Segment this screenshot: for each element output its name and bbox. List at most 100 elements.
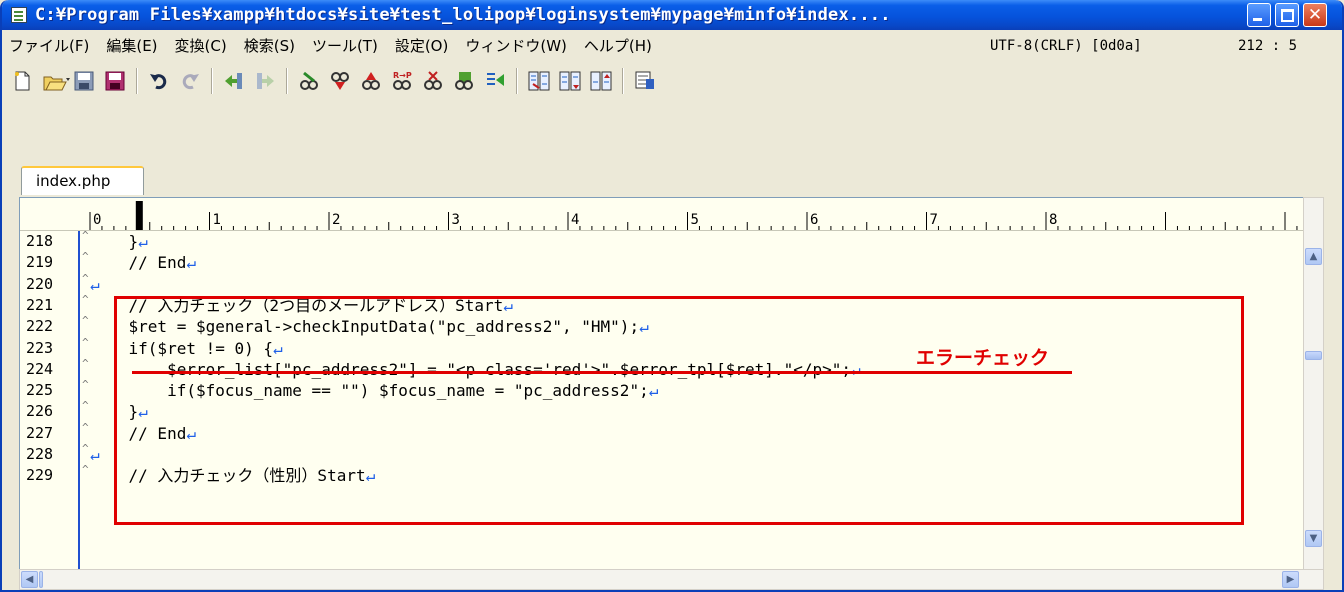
line-number: 225 [26, 381, 54, 400]
search-prev-icon[interactable] [360, 70, 382, 92]
cursor-position: 212 : 5 [1238, 38, 1298, 54]
tab-marker: ^ [82, 356, 89, 370]
menu-settings[interactable]: 設定(O) [395, 35, 449, 56]
toolbar-separator [286, 68, 288, 94]
line-number: 227 [26, 423, 54, 442]
scroll-thumb[interactable] [1305, 351, 1322, 360]
line-number: 220 [26, 274, 54, 293]
line-break-icon: ↵ [90, 445, 100, 464]
tab-marker: ^ [82, 399, 89, 413]
new-file-icon[interactable] [11, 70, 33, 92]
line-number: 218 [26, 232, 54, 250]
outline-icon[interactable] [484, 70, 506, 92]
underline-annotation [132, 371, 1072, 374]
ruler-mark: 0 [93, 212, 101, 228]
tab-marker: ^ [82, 250, 89, 264]
ruler-mark: 8 [1049, 212, 1057, 228]
editor-window: C:¥Program Files¥xampp¥htdocs¥site¥test_… [0, 0, 1344, 592]
menu-help[interactable]: ヘルプ(H) [584, 35, 652, 56]
tab-marker: ^ [82, 420, 89, 434]
grep-icon[interactable] [453, 70, 475, 92]
window-list-icon[interactable] [634, 70, 656, 92]
save-all-icon[interactable] [104, 70, 126, 92]
menu-convert[interactable]: 変換(C) [175, 35, 227, 56]
code-line[interactable]: // End↵ [90, 253, 196, 273]
tab-marker: ^ [82, 314, 89, 328]
code-line[interactable]: ↵ [90, 275, 100, 295]
toolbar-separator [516, 68, 518, 94]
compare-icon[interactable] [528, 70, 550, 92]
menu-edit[interactable]: 編集(E) [106, 35, 157, 56]
ruler-mark: 5 [691, 212, 699, 228]
title-bar[interactable]: C:¥Program Files¥xampp¥htdocs¥site¥test_… [2, 0, 1342, 30]
close-icon: ✕ [1307, 4, 1323, 25]
line-number-gutter: 218 219 220 221 222 223 224 225 226 227 228 229 [20, 231, 74, 570]
jump-forward-icon[interactable] [254, 70, 276, 92]
undo-icon[interactable] [148, 70, 170, 92]
line-number: 223 [26, 338, 54, 357]
menu-tools[interactable]: ツール(T) [312, 35, 378, 56]
ruler-mark: 7 [930, 212, 938, 228]
ruler-mark: 3 [452, 212, 460, 228]
column-ruler: 0 1 2 3 4 5 6 7 8 [20, 198, 1320, 231]
save-icon[interactable] [73, 70, 95, 92]
line-break-icon: ↵ [186, 253, 196, 273]
hscroll-thumb[interactable] [39, 571, 43, 588]
open-file-icon[interactable] [42, 70, 70, 92]
scroll-left-button[interactable]: ◀ [21, 571, 38, 588]
tab-index-php[interactable]: index.php [21, 166, 144, 195]
replace-icon[interactable]: R→P [391, 70, 413, 92]
line-number: 221 [26, 295, 54, 314]
maximize-button[interactable] [1275, 3, 1299, 27]
tab-marker: ^ [82, 378, 89, 392]
line-number: 229 [26, 466, 54, 485]
compare-next-icon[interactable] [559, 70, 581, 92]
scroll-up-button[interactable]: ▲ [1305, 248, 1322, 265]
document-icon[interactable] [11, 7, 27, 23]
code-text: } [90, 232, 139, 251]
toolbar: R→P [2, 62, 1342, 100]
line-number: 226 [26, 402, 54, 421]
ruler-cursor [135, 201, 143, 230]
search-icon[interactable] [298, 70, 320, 92]
line-number: 228 [26, 445, 54, 463]
window-title: C:¥Program Files¥xampp¥htdocs¥site¥test_… [35, 5, 891, 25]
gutter-divider [78, 231, 80, 570]
encoding-status: UTF-8(CRLF) [0d0a] [990, 38, 1142, 54]
search-next-icon[interactable] [329, 70, 351, 92]
minimize-button[interactable] [1247, 3, 1271, 27]
svg-text:R→P: R→P [393, 71, 412, 80]
compare-prev-icon[interactable] [590, 70, 612, 92]
ruler-mark: 6 [810, 212, 818, 228]
redo-icon[interactable] [179, 70, 201, 92]
ruler-mark: 2 [332, 212, 340, 228]
jump-back-icon[interactable] [223, 70, 245, 92]
menu-search[interactable]: 検索(S) [244, 35, 295, 56]
vertical-scrollbar[interactable]: ▲ ▼ [1303, 197, 1324, 571]
tab-strip: index.php [2, 164, 1342, 195]
menu-window[interactable]: ウィンドウ(W) [465, 35, 567, 56]
maximize-icon [1280, 8, 1294, 22]
highlight-box [114, 296, 1244, 525]
close-button[interactable]: ✕ [1303, 3, 1327, 27]
tab-marker: ^ [82, 463, 89, 477]
menu-file[interactable]: ファイル(F) [9, 35, 89, 56]
code-line[interactable]: }↵ [90, 232, 148, 252]
horizontal-scrollbar[interactable]: ◀ ▶ [19, 569, 1324, 590]
toolbar-separator [136, 68, 138, 94]
scroll-down-button[interactable]: ▼ [1305, 530, 1322, 547]
toolbar-separator [622, 68, 624, 94]
ruler-mark: 4 [571, 212, 579, 228]
clear-highlight-icon[interactable] [422, 70, 444, 92]
tab-marker: ^ [82, 271, 89, 285]
code-line[interactable]: ↵ [90, 445, 100, 465]
line-number: 222 [26, 317, 54, 336]
ruler-mark: 1 [213, 212, 221, 228]
scroll-right-button[interactable]: ▶ [1282, 571, 1299, 588]
tab-marker: ^ [82, 335, 89, 349]
tab-marker: ^ [82, 292, 89, 306]
minimize-icon [1253, 18, 1262, 21]
line-number: 224 [26, 359, 54, 378]
tab-marker: ^ [82, 442, 89, 455]
line-number: 219 [26, 253, 54, 272]
